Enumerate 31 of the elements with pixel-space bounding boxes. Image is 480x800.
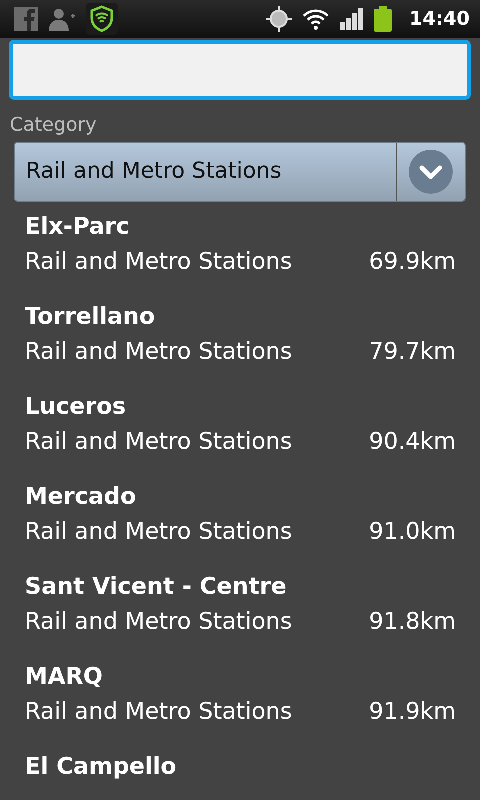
station-name[interactable]: El Campello [25, 754, 177, 780]
station-category: Rail and Metro Stations [25, 428, 292, 456]
station-distance: 90.4km [369, 428, 456, 456]
station-category: Rail and Metro Stations [25, 518, 292, 546]
battery-icon [374, 6, 392, 32]
clock: 14:40 [410, 6, 470, 32]
station-category: Rail and Metro Stations [25, 248, 292, 276]
category-label: Category [9, 113, 98, 138]
station-distance: 91.8km [369, 608, 456, 636]
facebook-icon [14, 7, 38, 31]
shield-icon [86, 3, 118, 35]
add-person-icon [48, 7, 76, 31]
location-icon [266, 6, 292, 32]
station-name[interactable]: Sant Vicent - Centre [25, 574, 287, 600]
station-distance: 79.7km [369, 338, 456, 366]
station-name[interactable]: Torrellano [25, 304, 156, 330]
station-category: Rail and Metro Stations [25, 338, 292, 366]
station-distance: 91.9km [369, 698, 456, 726]
station-name[interactable]: Mercado [25, 484, 136, 510]
station-category: Rail and Metro Stations [25, 698, 292, 726]
wifi-icon [302, 7, 330, 31]
station-name[interactable]: Luceros [25, 394, 126, 420]
category-dropdown[interactable]: Rail and Metro Stations [14, 142, 466, 202]
station-name[interactable]: MARQ [25, 664, 103, 690]
station-category: Rail and Metro Stations [25, 608, 292, 636]
station-distance: 69.9km [369, 248, 456, 276]
search-field[interactable] [10, 41, 470, 99]
station-name[interactable]: Elx-Parc [25, 214, 130, 240]
chevron-down-icon [408, 148, 454, 194]
signal-icon [340, 8, 364, 30]
station-distance: 91.0km [369, 518, 456, 546]
